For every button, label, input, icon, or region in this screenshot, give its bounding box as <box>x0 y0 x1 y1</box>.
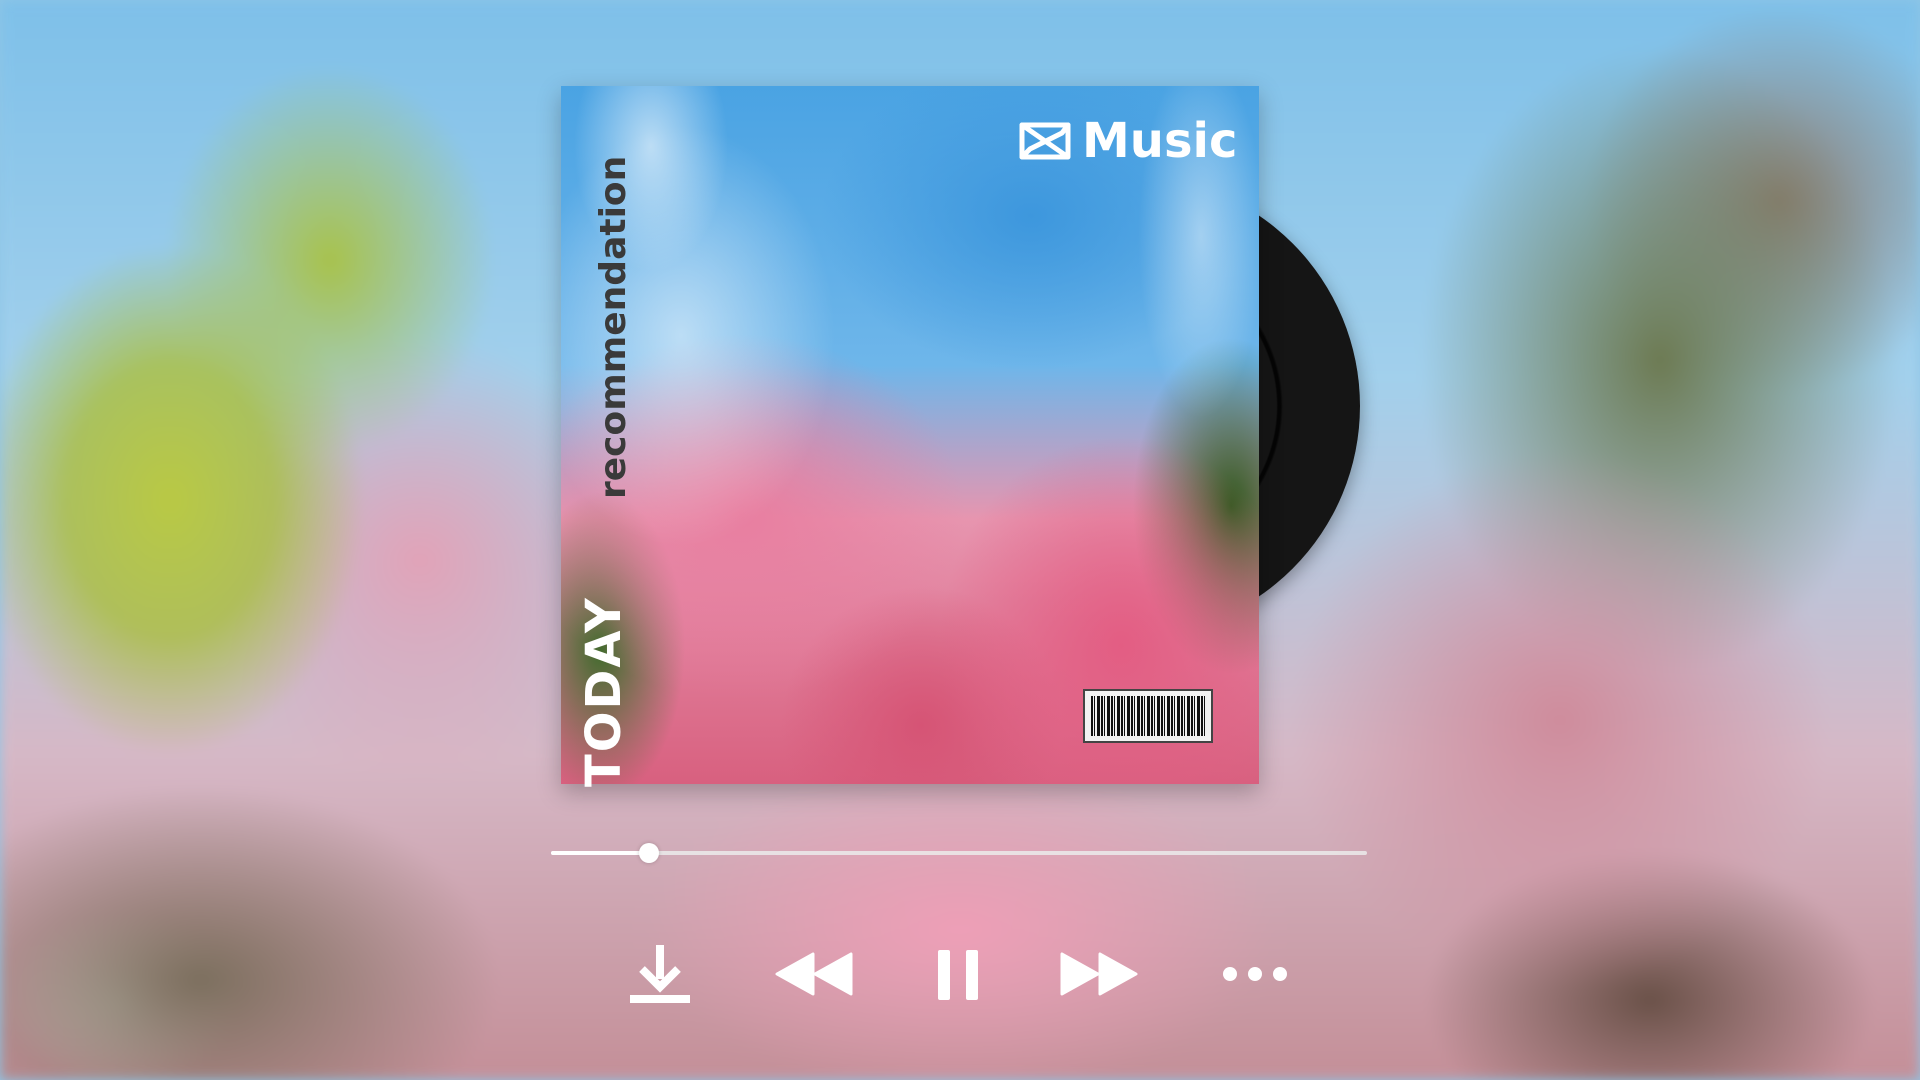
album-cover <box>561 86 1259 784</box>
brand-logo: Music <box>1018 113 1237 169</box>
more-options-button[interactable] <box>1222 965 1288 983</box>
fast-forward-icon <box>1060 952 1138 996</box>
rewind-icon <box>775 952 853 996</box>
progress-slider[interactable] <box>551 843 1367 863</box>
progress-fill <box>551 851 649 855</box>
cover-recommendation-text: recommendation <box>593 155 634 499</box>
barcode-icon <box>1083 689 1213 743</box>
barcode-bars <box>1091 696 1205 736</box>
cover-today-text: TODAY <box>576 596 632 787</box>
pause-button[interactable] <box>936 948 980 1002</box>
brand-label: Music <box>1082 113 1238 169</box>
cover-light-flare <box>561 86 1259 784</box>
pause-icon <box>938 950 978 1000</box>
progress-knob[interactable] <box>638 843 659 863</box>
download-icon <box>630 945 690 1003</box>
download-button[interactable] <box>630 943 690 1005</box>
music-player-screen: TODAY recommendation Music <box>0 0 1920 1080</box>
capcut-logo-icon <box>1019 122 1071 160</box>
fast-forward-button[interactable] <box>1060 952 1138 996</box>
rewind-button[interactable] <box>775 952 853 996</box>
more-options-icon <box>1223 967 1287 981</box>
